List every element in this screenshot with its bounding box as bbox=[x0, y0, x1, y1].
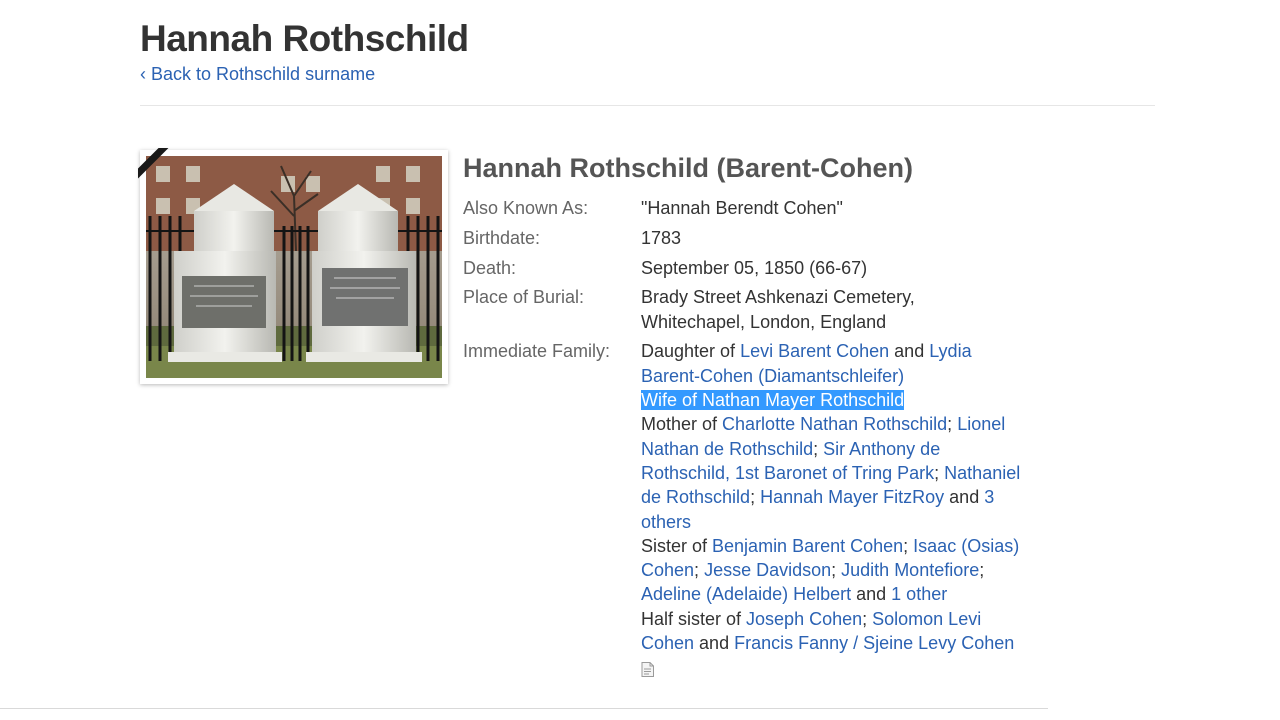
child-link[interactable]: Hannah Mayer FitzRoy bbox=[760, 487, 944, 507]
profile-facts: Also Known As: "Hannah Berendt Cohen" Bi… bbox=[463, 196, 1043, 689]
and-text: and bbox=[851, 584, 892, 605]
sibling-link[interactable]: Adeline (Adelaide) Helbert bbox=[641, 584, 851, 604]
fact-value-burial: Brady Street Ashkenazi Cemetery, Whitech… bbox=[641, 285, 1021, 334]
half-sibling-link[interactable]: Joseph Cohen bbox=[746, 609, 862, 629]
fact-value-birthdate: 1783 bbox=[641, 227, 682, 248]
family-siblings: Sister of Benjamin Barent Cohen; Isaac (… bbox=[641, 534, 1021, 607]
fact-value-aka: "Hannah Berendt Cohen" bbox=[641, 198, 843, 218]
fact-value-family: Daughter of Levi Barent Cohen and Lydia … bbox=[641, 339, 1021, 683]
mourning-ribbon-icon bbox=[138, 148, 172, 182]
separator: ; bbox=[934, 462, 945, 483]
child-link[interactable]: Charlotte Nathan Rothschild bbox=[722, 414, 947, 434]
separator: ; bbox=[750, 487, 761, 508]
gravestone-photo-image bbox=[146, 156, 442, 378]
separator: ; bbox=[831, 560, 842, 581]
fact-also-known-as: Also Known As: "Hannah Berendt Cohen" bbox=[463, 196, 1043, 220]
more-siblings-link[interactable]: 1 other bbox=[891, 584, 947, 604]
fact-death: Death: September 05, 1850 (66-67) bbox=[463, 256, 1043, 280]
and-text: and bbox=[889, 341, 930, 362]
sibling-link[interactable]: Judith Montefiore bbox=[841, 560, 979, 580]
separator: ; bbox=[947, 414, 958, 435]
sibling-link[interactable]: Benjamin Barent Cohen bbox=[712, 536, 903, 556]
and-text: and bbox=[694, 633, 735, 654]
fact-label-burial: Place of Burial: bbox=[463, 287, 585, 308]
daughter-of-text: Daughter of bbox=[641, 341, 741, 362]
sister-of-text: Sister of bbox=[641, 535, 713, 556]
parent-link[interactable]: Levi Barent Cohen bbox=[740, 341, 889, 361]
family-half-siblings: Half sister of Joseph Cohen; Solomon Lev… bbox=[641, 607, 1021, 656]
profile-photo[interactable] bbox=[140, 150, 448, 384]
sibling-link[interactable]: Jesse Davidson bbox=[704, 560, 831, 580]
burial-line-2: Whitechapel, London, England bbox=[641, 311, 887, 332]
fact-birthdate: Birthdate: 1783 bbox=[463, 226, 1043, 250]
fact-value-death: September 05, 1850 (66-67) bbox=[641, 257, 868, 278]
header-divider bbox=[140, 105, 1155, 106]
profile-name: Hannah Rothschild (Barent-Cohen) bbox=[463, 153, 913, 183]
fact-label-death: Death: bbox=[463, 257, 517, 278]
fact-immediate-family: Immediate Family: Daughter of Levi Baren… bbox=[463, 339, 1043, 683]
separator: ; bbox=[979, 560, 985, 581]
family-parents: Daughter of Levi Barent Cohen and Lydia … bbox=[641, 339, 1021, 388]
mother-of-text: Mother of bbox=[641, 414, 723, 435]
family-children: Mother of Charlotte Nathan Rothschild; L… bbox=[641, 412, 1021, 533]
fact-label-aka: Also Known As: bbox=[463, 198, 589, 218]
page-title: Hannah Rothschild bbox=[140, 18, 469, 59]
fact-label-birthdate: Birthdate: bbox=[463, 227, 541, 248]
family-spouse: Wife of Nathan Mayer Rothschild bbox=[641, 388, 1021, 412]
half-sister-of-text: Half sister of bbox=[641, 608, 747, 629]
and-text: and bbox=[944, 487, 985, 508]
separator: ; bbox=[862, 608, 873, 629]
half-sibling-link[interactable]: Francis Fanny / Sjeine Levy Cohen bbox=[734, 633, 1014, 653]
separator: ; bbox=[813, 438, 824, 459]
bottom-divider bbox=[0, 708, 1048, 709]
fact-burial: Place of Burial: Brady Street Ashkenazi … bbox=[463, 285, 1043, 334]
fact-label-family: Immediate Family: bbox=[463, 341, 611, 362]
document-icon[interactable] bbox=[641, 659, 654, 678]
burial-line-1: Brady Street Ashkenazi Cemetery, bbox=[641, 287, 915, 308]
back-to-surname-link[interactable]: ‹ Back to Rothschild surname bbox=[140, 64, 375, 85]
wife-of-text-selected[interactable]: Wife of Nathan Mayer Rothschild bbox=[641, 390, 905, 411]
separator: ; bbox=[694, 560, 705, 581]
separator: ; bbox=[903, 535, 914, 556]
